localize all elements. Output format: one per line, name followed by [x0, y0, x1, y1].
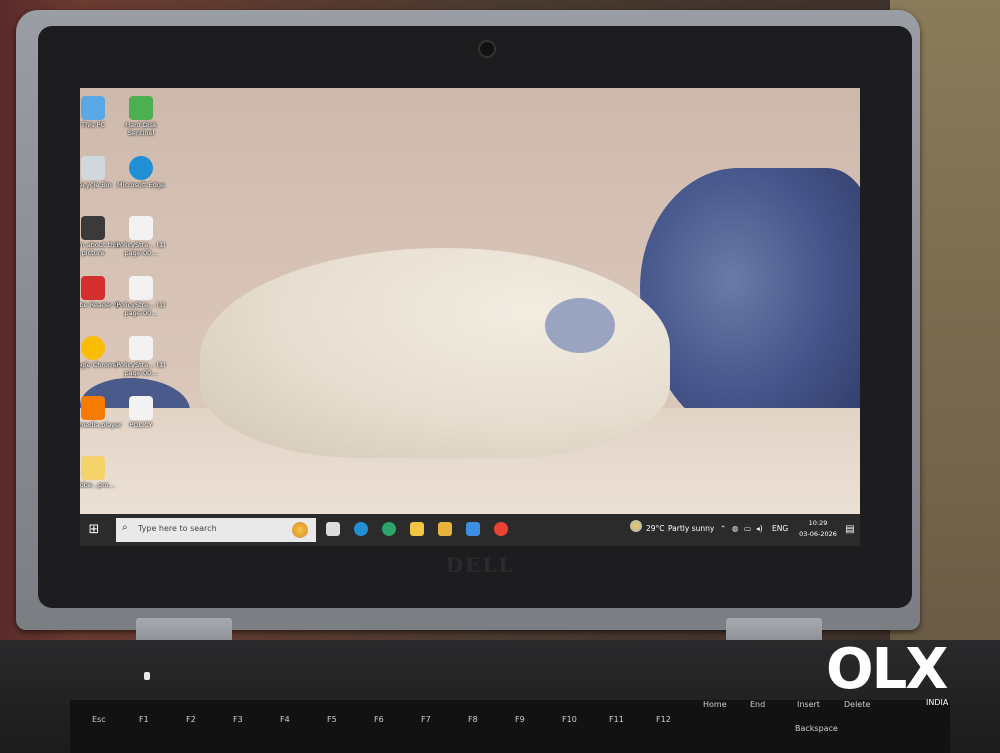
desktop-screen[interactable]: This PCHard Disk SentinelRecycle BinMicr…: [80, 88, 860, 546]
clock-date: 03-06-2026: [799, 530, 837, 538]
wallpaper-rock: [640, 168, 860, 448]
clock-time: 10:29: [808, 519, 828, 527]
weather-desc[interactable]: Partly sunny: [668, 524, 714, 533]
wallpaper-seal: [200, 248, 670, 458]
hard-disk-sentinel-icon: [129, 96, 153, 120]
desktop-icon[interactable]: PolicyStre... (1) page-00...: [112, 274, 170, 332]
battery-icon[interactable]: ▭: [744, 524, 751, 533]
desktop-icon[interactable]: Hard Disk Sentinel: [112, 94, 170, 152]
function-key[interactable]: F2: [186, 715, 196, 724]
left-hinge: [136, 618, 232, 642]
olx-watermark: OLX INDIA: [826, 640, 966, 710]
function-key[interactable]: F6: [374, 715, 384, 724]
desktop-icon-label: PolicyStre... (1) page-00...: [116, 241, 166, 257]
learn-picture-icon: [81, 216, 105, 240]
desktop-icon-label: POLICY: [129, 421, 153, 429]
document-icon: [129, 336, 153, 360]
power-led: [144, 672, 150, 680]
laptop-brand-logo: DELL: [445, 553, 515, 577]
function-key[interactable]: F9: [515, 715, 525, 724]
task-view-icon[interactable]: [326, 522, 340, 536]
taskbar: ⊞ ⌕ Type here to search 29°C Partly sunn…: [80, 514, 860, 546]
file-explorer-icon[interactable]: [410, 522, 424, 536]
desktop-icon[interactable]: PolicyStre... (1) page-00...: [112, 334, 170, 392]
this-pc-icon: [81, 96, 105, 120]
function-key[interactable]: F11: [609, 715, 624, 724]
store-icon[interactable]: [466, 522, 480, 536]
taskbar-clock[interactable]: 10:29 03-06-2026: [796, 518, 840, 540]
desktop-icon-label: PolicyStre... (1) page-00...: [116, 301, 166, 317]
tray-overflow-icon[interactable]: ⌃: [720, 524, 726, 533]
function-key[interactable]: F8: [468, 715, 478, 724]
taskbar-search[interactable]: ⌕ Type here to search: [116, 518, 316, 542]
adobe-reader-icon: [81, 276, 105, 300]
desktop-icon[interactable]: POLICY: [112, 394, 170, 452]
function-key[interactable]: F5: [327, 715, 337, 724]
notifications-icon[interactable]: ▤: [844, 524, 856, 536]
edge-icon[interactable]: [382, 522, 396, 536]
search-highlight-icon: [292, 522, 308, 538]
olx-country: INDIA: [926, 698, 949, 707]
function-key[interactable]: F4: [280, 715, 290, 724]
desktop-icon-label: Adobe...pro...: [80, 481, 115, 489]
function-key[interactable]: Home: [703, 700, 727, 709]
network-icon[interactable]: ◍: [732, 524, 739, 533]
desktop-icon-label: Hard Disk Sentinel: [125, 121, 157, 137]
chrome-icon[interactable]: [494, 522, 508, 536]
vlc-icon: [81, 396, 105, 420]
right-hinge: [726, 618, 822, 642]
wallpaper-seal-face: [545, 298, 615, 353]
desktop-icon[interactable]: PolicyStre... (1) page-00...: [112, 214, 170, 272]
document-icon: [129, 276, 153, 300]
calendar-icon[interactable]: [438, 522, 452, 536]
weather-temp[interactable]: 29°C: [646, 524, 665, 533]
folder-icon: [81, 456, 105, 480]
recycle-bin-icon: [81, 156, 105, 180]
windows-start-icon[interactable]: ⊞: [86, 522, 102, 538]
document-icon: [129, 396, 153, 420]
weather-icon[interactable]: [630, 520, 642, 532]
webcam: [478, 40, 496, 58]
search-icon: ⌕: [122, 522, 128, 533]
language-indicator[interactable]: ENG: [772, 524, 788, 533]
edge-icon[interactable]: [354, 522, 368, 536]
function-key[interactable]: Insert: [797, 700, 820, 709]
function-key[interactable]: Esc: [92, 715, 106, 724]
function-key[interactable]: F12: [656, 715, 671, 724]
function-key[interactable]: F3: [233, 715, 243, 724]
desktop-icon-label: Microsoft Edge: [116, 181, 165, 189]
function-key[interactable]: F7: [421, 715, 431, 724]
search-input[interactable]: Type here to search: [138, 524, 217, 533]
desktop-icon[interactable]: Microsoft Edge: [112, 154, 170, 212]
document-icon: [129, 216, 153, 240]
function-key[interactable]: F1: [139, 715, 149, 724]
function-key[interactable]: F10: [562, 715, 577, 724]
desktop-icon-label: PolicyStre... (1) page-00...: [116, 361, 166, 377]
backspace-key[interactable]: Backspace: [795, 724, 838, 733]
volume-icon[interactable]: ◂): [756, 524, 763, 533]
desktop-icon[interactable]: Adobe...pro...: [80, 454, 122, 512]
olx-logo: OLX: [826, 637, 948, 702]
chrome-icon: [81, 336, 105, 360]
edge-icon: [129, 156, 153, 180]
function-key[interactable]: End: [750, 700, 765, 709]
